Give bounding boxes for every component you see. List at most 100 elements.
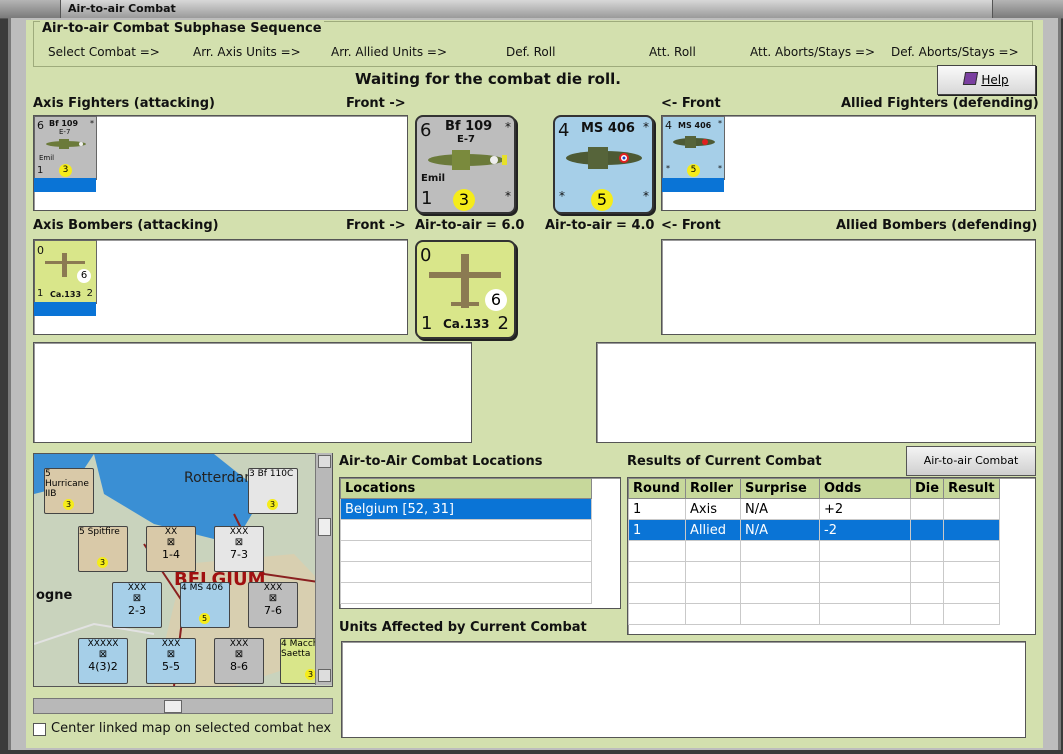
counter-range: * bbox=[559, 189, 565, 203]
allied-fighters-label: Allied Fighters (defending) bbox=[841, 96, 1039, 111]
units-affected-box[interactable] bbox=[341, 641, 1026, 738]
locations-column-header[interactable]: Locations bbox=[340, 478, 592, 499]
axis-aborted-box[interactable] bbox=[33, 342, 472, 443]
cell-die bbox=[909, 498, 945, 520]
map-unit-ms406[interactable]: 4 MS 406 5 bbox=[180, 582, 230, 628]
ms406-small-counter[interactable]: 4 MS 406 * * 5 * bbox=[662, 116, 725, 180]
table-row[interactable]: 1 Axis N/A +2 bbox=[628, 498, 1000, 520]
scroll-thumb[interactable] bbox=[164, 700, 182, 713]
map-unit-7-6[interactable]: XXX ⊠ 7-6 bbox=[248, 582, 298, 628]
map-unit-bf110[interactable]: 3 Bf 110C 3 bbox=[248, 468, 298, 514]
counter-star: * bbox=[90, 119, 94, 128]
column-roller[interactable]: Roller bbox=[685, 478, 741, 499]
counter-bottom-right: 2 bbox=[497, 313, 509, 334]
column-odds[interactable]: Odds bbox=[819, 478, 911, 499]
table-row bbox=[340, 582, 592, 604]
map-unit-hurricane[interactable]: 5 Hurricane IIB 3 bbox=[44, 468, 94, 514]
table-row[interactable]: 1 Allied N/A -2 bbox=[628, 519, 1000, 541]
window-title: Air-to-air Combat bbox=[68, 2, 176, 15]
counter-name: MS 406 bbox=[581, 121, 635, 136]
map-unit-inf-7-3[interactable]: XXX ⊠ 7-3 bbox=[214, 526, 264, 572]
unit-attack: 4 bbox=[181, 583, 187, 593]
titlebar-left-decoration bbox=[0, 0, 61, 18]
unit-defense: 3 bbox=[267, 499, 278, 510]
column-result[interactable]: Result bbox=[943, 478, 1000, 499]
window-titlebar[interactable]: Air-to-air Combat bbox=[0, 0, 1063, 19]
unit-size: XXX bbox=[161, 639, 181, 649]
unit-name: MS 406 bbox=[189, 583, 224, 593]
map-unit-inf-1-4[interactable]: XX ⊠ 1-4 bbox=[146, 526, 196, 572]
locations-table: Locations Belgium [52, 31] bbox=[340, 478, 592, 604]
table-row bbox=[628, 603, 1000, 625]
cell-roller: Axis bbox=[685, 498, 741, 520]
counter-range: 1 bbox=[37, 288, 44, 299]
counter-defense: 6 bbox=[77, 269, 91, 283]
step-att-aborts: Att. Aborts/Stays => bbox=[750, 45, 876, 59]
counter-bottom-right: 2 bbox=[86, 288, 93, 299]
counter-name: Bf 109 bbox=[49, 119, 79, 128]
counter-nickname: Emil bbox=[421, 173, 446, 184]
cell-surprise: N/A bbox=[740, 498, 820, 520]
axis-fighters-box[interactable]: 6 Bf 109 E-7 Emil 1 3 * bbox=[33, 115, 408, 211]
column-round[interactable]: Round bbox=[628, 478, 686, 499]
unit-strength: 7-3 bbox=[230, 548, 248, 561]
table-row bbox=[628, 540, 1000, 562]
center-map-checkbox[interactable] bbox=[33, 723, 46, 736]
unit-strength: 2-3 bbox=[128, 604, 146, 617]
map-unit-4-3-2[interactable]: XXXXX ⊠ 4(3)2 bbox=[78, 638, 128, 684]
plane-icon bbox=[673, 136, 715, 148]
air-to-air-chart-button[interactable]: Air-to-air Combat Chart bbox=[906, 446, 1036, 495]
scroll-up-arrow[interactable] bbox=[318, 455, 331, 468]
map-unit-spitfire[interactable]: 5 Spitfire 3 bbox=[78, 526, 128, 572]
counter-range: 1 bbox=[421, 313, 433, 334]
location-cell[interactable]: Belgium [52, 31] bbox=[340, 498, 592, 520]
scroll-thumb[interactable] bbox=[318, 518, 331, 536]
allied-fighters-front: <- Front bbox=[661, 96, 721, 111]
counter-attack: 4 bbox=[558, 120, 570, 141]
unit-size: XXXXX bbox=[87, 639, 119, 649]
table-row[interactable]: Belgium [52, 31] bbox=[340, 498, 592, 520]
results-table-box: Round Roller Surprise Odds Die Result 1 … bbox=[627, 477, 1036, 635]
axis-bombers-box[interactable]: 0 6 1 Ca.133 2 bbox=[33, 239, 408, 335]
map-horizontal-scrollbar[interactable] bbox=[33, 698, 333, 714]
column-die[interactable]: Die bbox=[909, 478, 945, 499]
counter-star: * bbox=[718, 119, 722, 128]
unit-name: Spitfire bbox=[87, 527, 120, 537]
step-select-combat: Select Combat => bbox=[48, 45, 160, 59]
table-row bbox=[628, 582, 1000, 604]
allied-bombers-front: <- Front bbox=[661, 218, 721, 233]
counter-range: 1 bbox=[37, 165, 44, 176]
ca133-small-counter[interactable]: 0 6 1 Ca.133 2 bbox=[34, 240, 97, 304]
ms406-large-counter[interactable]: 4 MS 406 * * 5 * bbox=[553, 115, 654, 214]
ca133-large-counter[interactable]: 0 6 1 Ca.133 2 bbox=[415, 240, 516, 339]
help-label: Help bbox=[981, 73, 1009, 87]
unit-sub: Saetta bbox=[281, 649, 311, 659]
unit-size: XXX bbox=[263, 583, 283, 593]
cell-round: 1 bbox=[628, 519, 686, 541]
locations-title: Air-to-Air Combat Locations bbox=[339, 454, 543, 469]
counter-defense: 5 bbox=[687, 164, 700, 177]
bf109-small-counter[interactable]: 6 Bf 109 E-7 Emil 1 3 * bbox=[34, 116, 97, 180]
table-row bbox=[340, 561, 592, 583]
map-unit-2-3[interactable]: XXX ⊠ 2-3 bbox=[112, 582, 162, 628]
allied-bombers-box[interactable] bbox=[661, 239, 1036, 335]
map-unit-5-5[interactable]: XXX ⊠ 5-5 bbox=[146, 638, 196, 684]
unit-defense: 3 bbox=[97, 557, 108, 568]
counter-attack: 4 bbox=[665, 119, 672, 132]
linked-map[interactable]: Rotterdam BELGIUM ogne 5 Hurricane IIB 3 5… bbox=[33, 453, 333, 687]
unit-strength: 8-6 bbox=[230, 660, 248, 673]
axis-air-to-air: Air-to-air = 6.0 bbox=[415, 218, 525, 233]
allied-fighters-box[interactable]: 4 MS 406 * * 5 * bbox=[661, 115, 1036, 211]
map-vertical-scrollbar[interactable] bbox=[315, 453, 332, 685]
scroll-down-arrow[interactable] bbox=[318, 669, 331, 682]
bf109-large-counter[interactable]: 6 Bf 109 E-7 * Emil 1 3 * bbox=[415, 115, 516, 214]
unit-attack: 4 bbox=[281, 639, 287, 649]
allied-aborted-box[interactable] bbox=[596, 342, 1036, 443]
sequence-heading: Air-to-air Combat Subphase Sequence bbox=[40, 21, 324, 36]
column-surprise[interactable]: Surprise bbox=[740, 478, 820, 499]
step-def-roll: Def. Roll bbox=[506, 45, 556, 59]
units-affected-title: Units Affected by Current Combat bbox=[339, 620, 587, 635]
help-button[interactable]: Help bbox=[937, 65, 1036, 95]
step-att-roll: Att. Roll bbox=[649, 45, 696, 59]
map-unit-8-6[interactable]: XXX ⊠ 8-6 bbox=[214, 638, 264, 684]
